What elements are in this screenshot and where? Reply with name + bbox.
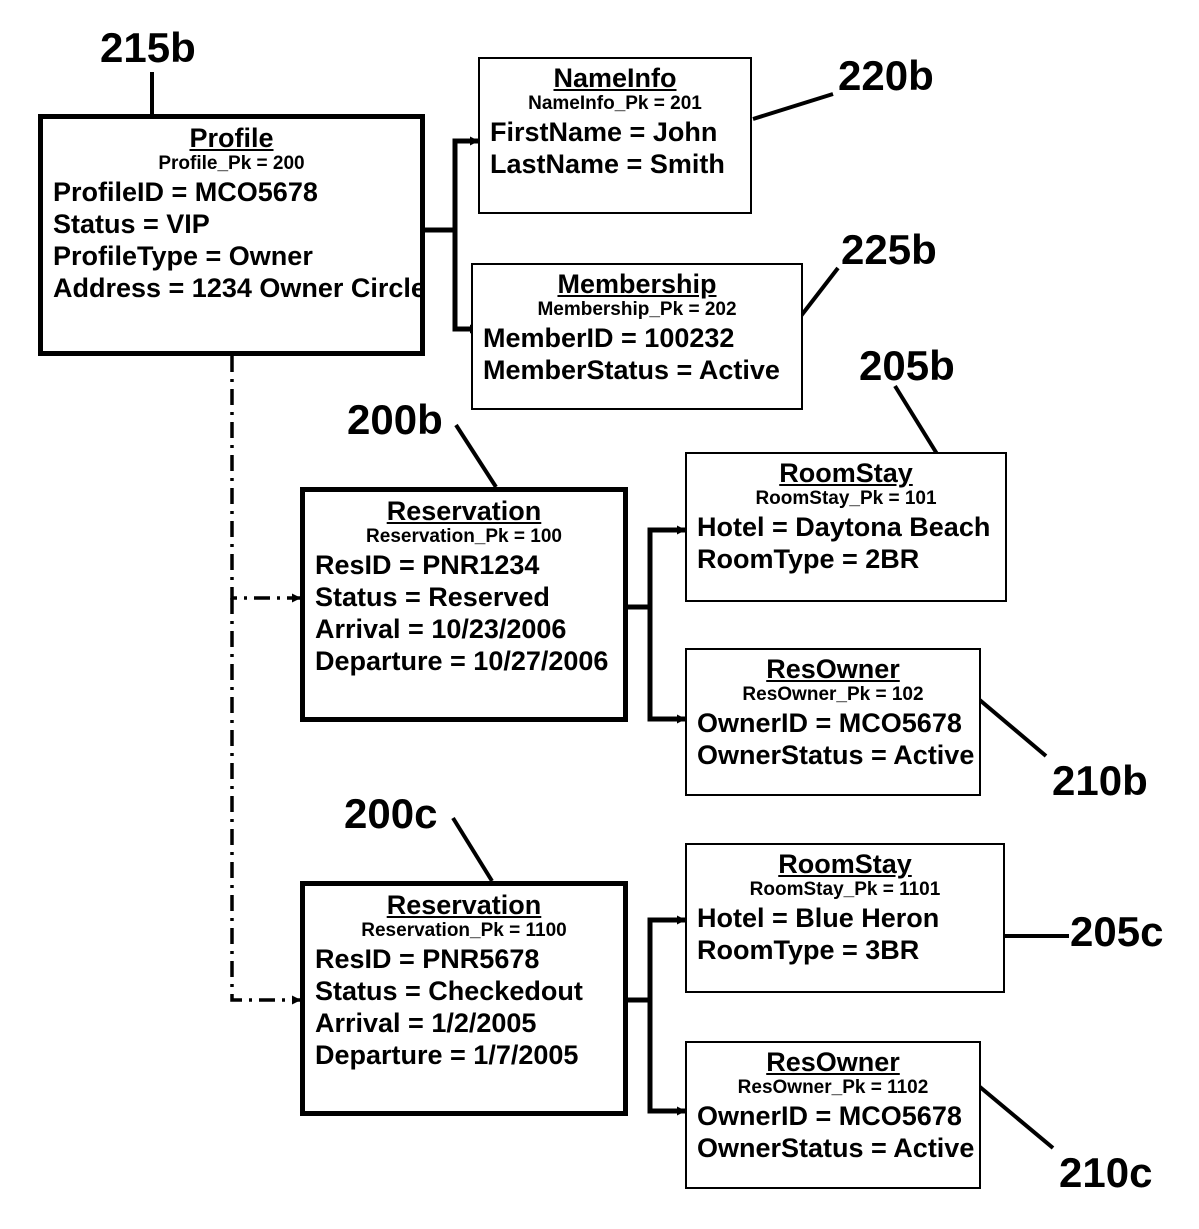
reference-numeral-210b: 210b <box>1052 757 1148 804</box>
reference-numeral-200c: 200c <box>344 790 438 837</box>
entity-box-nameinfo[interactable]: NameInfo NameInfo_Pk = 201 FirstName = J… <box>478 57 752 214</box>
entity-box-resowner-c[interactable]: ResOwner ResOwner_Pk = 1102 OwnerID = MC… <box>685 1041 981 1189</box>
connector-profile-reservations <box>230 356 301 1005</box>
entity-box-roomstay-b[interactable]: RoomStay RoomStay_Pk = 101 Hotel = Dayto… <box>685 452 1007 602</box>
entity-attribute-list: MemberID = 100232 MemberStatus = Active <box>473 323 801 387</box>
entity-attribute: Hotel = Daytona Beach <box>697 512 991 543</box>
entity-attribute: Hotel = Blue Heron <box>697 903 940 934</box>
entity-attribute: OwnerID = MCO5678 <box>697 1101 962 1132</box>
entity-attribute: Address = 1234 Owner Circle <box>53 272 426 303</box>
reference-numeral-215b: 215b <box>100 24 196 71</box>
reference-numeral-205b: 205b <box>859 342 955 389</box>
entity-primary-key: NameInfo_Pk = 201 <box>528 93 702 115</box>
entity-attribute: Status = Reserved <box>315 581 550 612</box>
entity-attribute: MemberID = 100232 <box>483 323 735 354</box>
entity-title: NameInfo <box>553 63 677 93</box>
entity-attribute: FirstName = John <box>490 117 718 148</box>
entity-title: ResOwner <box>766 654 900 684</box>
entity-attribute-list: OwnerID = MCO5678 OwnerStatus = Active <box>687 1101 979 1165</box>
entity-attribute: Arrival = 1/2/2005 <box>315 1007 537 1038</box>
entity-attribute-list: Hotel = Daytona Beach RoomType = 2BR <box>687 512 1005 576</box>
entity-attribute: ResID = PNR1234 <box>315 550 540 581</box>
reference-numeral-220b: 220b <box>838 52 934 99</box>
entity-box-membership[interactable]: Membership Membership_Pk = 202 MemberID … <box>471 263 803 410</box>
entity-primary-key: Profile_Pk = 200 <box>158 153 305 175</box>
entity-primary-key: Membership_Pk = 202 <box>537 299 737 321</box>
entity-attribute: Departure = 10/27/2006 <box>315 645 609 676</box>
entity-title: RoomStay <box>778 849 912 879</box>
entity-attribute: LastName = Smith <box>490 148 725 179</box>
connector-reservation-c-children <box>628 915 686 1116</box>
entity-title: RoomStay <box>779 458 913 488</box>
entity-box-reservation-b[interactable]: Reservation Reservation_Pk = 100 ResID =… <box>300 487 628 722</box>
entity-attribute: ProfileID = MCO5678 <box>53 177 318 208</box>
entity-attribute: OwnerID = MCO5678 <box>697 708 962 739</box>
reference-numeral-205c: 205c <box>1070 908 1164 955</box>
entity-attribute: OwnerStatus = Active <box>697 739 975 770</box>
entity-attribute: RoomType = 3BR <box>697 934 920 965</box>
entity-attribute: Status = VIP <box>53 208 210 239</box>
entity-box-reservation-c[interactable]: Reservation Reservation_Pk = 1100 ResID … <box>300 881 628 1116</box>
reference-numeral-200b: 200b <box>347 396 443 443</box>
reference-numeral-225b: 225b <box>841 226 937 273</box>
entity-attribute: Departure = 1/7/2005 <box>315 1039 579 1070</box>
entity-attribute-list: ProfileID = MCO5678 Status = VIP Profile… <box>43 177 426 304</box>
connector-reservation-b-children <box>628 525 686 724</box>
entity-attribute-list: FirstName = John LastName = Smith <box>480 117 750 181</box>
entity-attribute-list: Hotel = Blue Heron RoomType = 3BR <box>687 903 1003 967</box>
entity-attribute-list: OwnerID = MCO5678 OwnerStatus = Active <box>687 708 979 772</box>
entity-box-profile[interactable]: Profile Profile_Pk = 200 ProfileID = MCO… <box>38 114 426 356</box>
entity-title: Reservation <box>386 496 542 526</box>
entity-attribute: RoomType = 2BR <box>697 543 920 574</box>
entity-attribute: Arrival = 10/23/2006 <box>315 613 567 644</box>
entity-primary-key: Reservation_Pk = 1100 <box>361 920 567 942</box>
entity-primary-key: Reservation_Pk = 100 <box>366 526 562 548</box>
entity-primary-key: ResOwner_Pk = 1102 <box>737 1077 929 1099</box>
entity-attribute: ResID = PNR5678 <box>315 944 540 975</box>
entity-title: Profile <box>189 123 274 153</box>
entity-attribute: Status = Checkedout <box>315 975 583 1006</box>
entity-box-resowner-b[interactable]: ResOwner ResOwner_Pk = 102 OwnerID = MCO… <box>685 648 981 796</box>
entity-primary-key: ResOwner_Pk = 102 <box>742 684 924 706</box>
entity-title: ResOwner <box>766 1047 900 1077</box>
entity-attribute-list: ResID = PNR1234 Status = Reserved Arriva… <box>305 550 623 677</box>
entity-primary-key: RoomStay_Pk = 101 <box>755 488 937 510</box>
entity-attribute-list: ResID = PNR5678 Status = Checkedout Arri… <box>305 944 623 1071</box>
entity-box-roomstay-c[interactable]: RoomStay RoomStay_Pk = 1101 Hotel = Blue… <box>685 843 1005 993</box>
entity-title: Membership <box>557 269 717 299</box>
entity-primary-key: RoomStay_Pk = 1101 <box>749 879 941 901</box>
entity-title: Reservation <box>386 890 542 920</box>
entity-attribute: ProfileType = Owner <box>53 240 313 271</box>
reference-numeral-210c: 210c <box>1059 1149 1153 1196</box>
entity-attribute: MemberStatus = Active <box>483 354 780 385</box>
patent-figure: Profile Profile_Pk = 200 ProfileID = MCO… <box>0 0 1199 1229</box>
entity-attribute: OwnerStatus = Active <box>697 1132 975 1163</box>
